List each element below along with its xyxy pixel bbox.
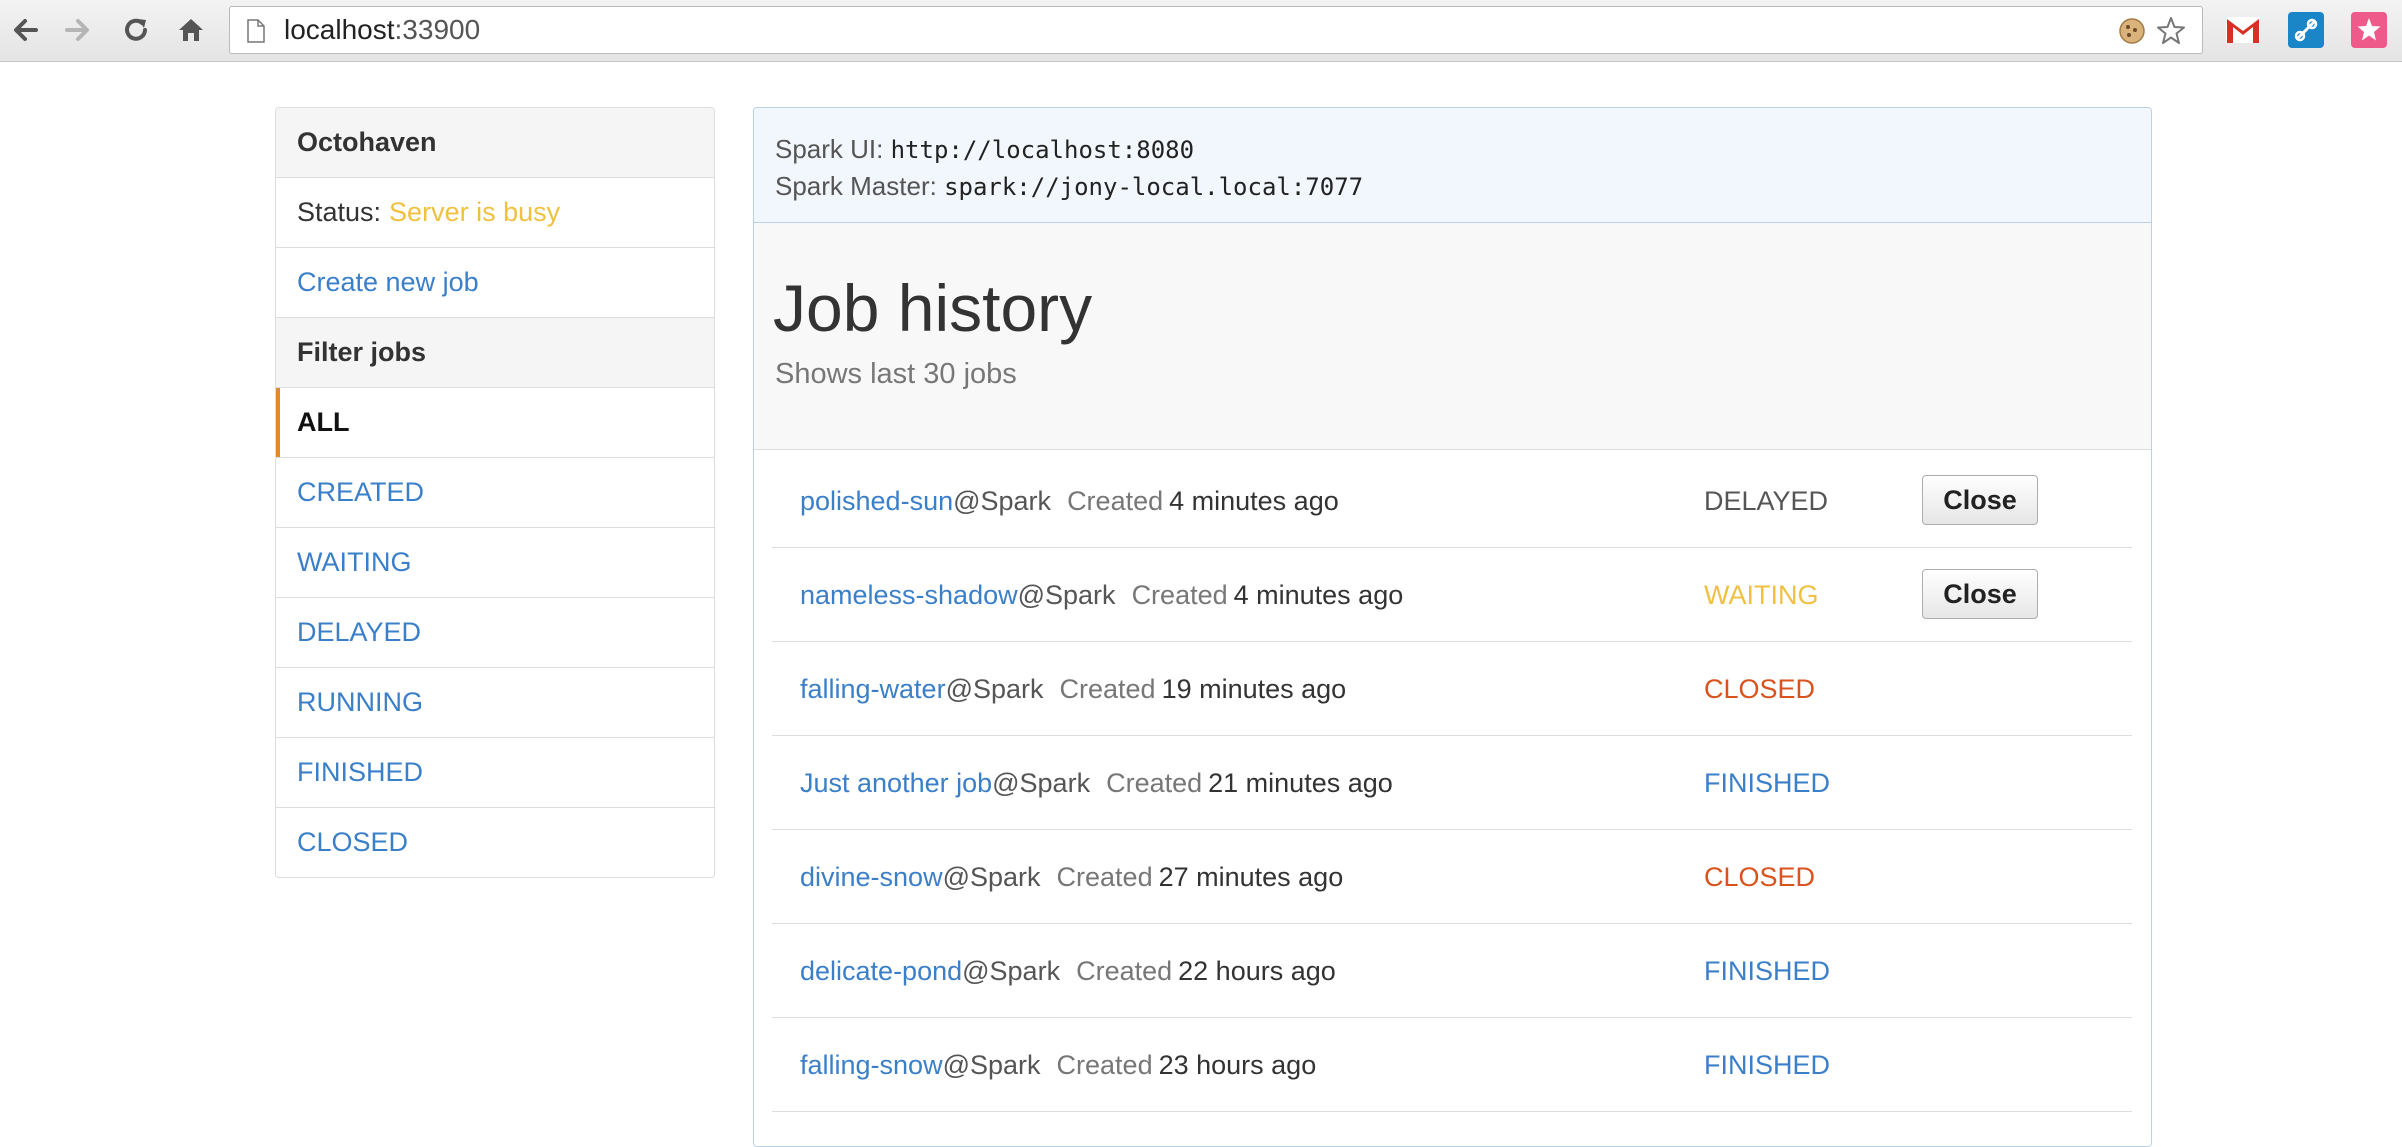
created-label: Created	[1067, 486, 1164, 516]
spark-info: Spark UI: http://localhost:8080 Spark Ma…	[754, 108, 2151, 223]
sidebar: Octohaven Status: Server is busy Create …	[275, 107, 715, 878]
job-cluster: @Spark	[1017, 580, 1116, 610]
server-status: Status: Server is busy	[276, 178, 714, 248]
reload-button[interactable]	[117, 11, 155, 49]
address-bar[interactable]: localhost:33900	[229, 6, 2203, 54]
close-job-button[interactable]: Close	[1922, 475, 2038, 525]
created-time: 4 minutes ago	[1169, 486, 1339, 516]
filter-closed[interactable]: CLOSED	[276, 808, 714, 877]
job-name-link[interactable]: falling-snow	[800, 1050, 943, 1080]
spark-ui-label: Spark UI:	[775, 134, 884, 164]
job-status: CLOSED	[1704, 862, 1816, 892]
job-name-link[interactable]: Just another job	[800, 768, 992, 798]
job-name-link[interactable]: nameless-shadow	[800, 580, 1018, 610]
job-list: polished-sun@Spark Created 4 minutes ago D…	[772, 454, 2132, 1112]
job-info: falling-water@Spark Created 19 minutes ago	[800, 642, 1346, 736]
browser-toolbar: localhost:33900	[0, 0, 2402, 62]
job-cluster: @Spark	[945, 674, 1044, 704]
job-row: nameless-shadow@Spark Created 4 minutes ag…	[772, 548, 2132, 642]
spark-master-value: spark://jony-local.local:7077	[944, 173, 1364, 201]
created-label: Created	[1056, 1050, 1153, 1080]
extension-link-icon[interactable]	[2286, 11, 2326, 49]
job-history-header: Job history Shows last 30 jobs	[754, 223, 2151, 450]
created-time: 4 minutes ago	[1233, 580, 1404, 610]
cookie-icon[interactable]	[2116, 15, 2148, 47]
job-cluster: @Spark	[942, 862, 1041, 892]
created-label: Created	[1076, 956, 1173, 986]
filter-waiting[interactable]: WAITING	[276, 528, 714, 598]
back-arrow-icon	[14, 19, 38, 41]
filter-running[interactable]: RUNNING	[276, 668, 714, 738]
job-cluster: @Spark	[962, 956, 1061, 986]
job-cluster: @Spark	[953, 486, 1052, 516]
page-title: Job history	[773, 271, 1093, 345]
job-status: FINISHED	[1704, 1050, 1831, 1080]
spark-ui-line: Spark UI: http://localhost:8080	[775, 131, 2151, 168]
job-row: falling-water@Spark Created 19 minutes ago…	[772, 642, 2132, 736]
status-value: Server is busy	[389, 197, 561, 227]
job-info: Just another job@Spark Created 21 minutes …	[800, 736, 1393, 830]
filter-all[interactable]: ALL	[276, 388, 714, 458]
job-row: delicate-pond@Spark Created 22 hours ago F…	[772, 924, 2132, 1018]
main-panel: Spark UI: http://localhost:8080 Spark Ma…	[753, 107, 2152, 1147]
filter-finished[interactable]: FINISHED	[276, 738, 714, 808]
created-time: 22 hours ago	[1178, 956, 1336, 986]
home-icon	[179, 19, 203, 41]
extension-star-icon[interactable]	[2349, 11, 2389, 49]
back-button[interactable]	[6, 11, 44, 49]
job-info: nameless-shadow@Spark Created 4 minutes ag…	[800, 548, 1403, 642]
spark-master-label: Spark Master:	[775, 171, 937, 201]
job-status: FINISHED	[1704, 768, 1831, 798]
reload-icon	[125, 18, 147, 41]
job-status: FINISHED	[1704, 956, 1831, 986]
filter-jobs-heading: Filter jobs	[276, 318, 714, 388]
job-row: divine-snow@Spark Created 27 minutes ago C…	[772, 830, 2132, 924]
app-title: Octohaven	[276, 108, 714, 178]
create-job-link[interactable]: Create new job	[276, 248, 714, 318]
gmail-icon[interactable]	[2223, 11, 2263, 49]
job-status: WAITING	[1704, 580, 1819, 610]
forward-arrow-icon	[65, 19, 89, 41]
spark-ui-value: http://localhost:8080	[890, 136, 1195, 164]
created-time: 23 hours ago	[1158, 1050, 1317, 1080]
status-label: Status:	[297, 197, 382, 227]
created-label: Created	[1059, 674, 1156, 704]
created-label: Created	[1056, 862, 1153, 892]
spark-master-line: Spark Master: spark://jony-local.local:7…	[775, 168, 2151, 205]
filter-delayed[interactable]: DELAYED	[276, 598, 714, 668]
job-info: polished-sun@Spark Created 4 minutes ago	[800, 454, 1339, 548]
job-name-link[interactable]: divine-snow	[800, 862, 943, 892]
created-label: Created	[1106, 768, 1203, 798]
created-time: 21 minutes ago	[1208, 768, 1393, 798]
job-name-link[interactable]: polished-sun	[800, 486, 953, 516]
bookmark-star-icon[interactable]	[2155, 15, 2187, 47]
job-info: falling-snow@Spark Created 23 hours ago	[800, 1018, 1316, 1112]
job-info: delicate-pond@Spark Created 22 hours ago	[800, 924, 1336, 1018]
created-label: Created	[1131, 580, 1228, 610]
close-job-button[interactable]: Close	[1922, 569, 2038, 619]
page-subtitle: Shows last 30 jobs	[775, 358, 1017, 390]
job-cluster: @Spark	[992, 768, 1091, 798]
url-text: localhost:33900	[284, 14, 481, 45]
job-row: Just another job@Spark Created 21 minutes …	[772, 736, 2132, 830]
job-status: DELAYED	[1704, 486, 1829, 516]
home-button[interactable]	[172, 11, 210, 49]
job-info: divine-snow@Spark Created 27 minutes ago	[800, 830, 1343, 924]
job-row: falling-snow@Spark Created 23 hours ago FI…	[772, 1018, 2132, 1112]
created-time: 27 minutes ago	[1158, 862, 1344, 892]
job-cluster: @Spark	[942, 1050, 1041, 1080]
forward-button[interactable]	[59, 11, 97, 49]
job-name-link[interactable]: falling-water	[800, 674, 946, 704]
job-status: CLOSED	[1704, 674, 1816, 704]
job-name-link[interactable]: delicate-pond	[800, 956, 962, 986]
job-row: polished-sun@Spark Created 4 minutes ago D…	[772, 454, 2132, 548]
created-time: 19 minutes ago	[1161, 674, 1347, 704]
filter-created[interactable]: CREATED	[276, 458, 714, 528]
page-icon	[246, 19, 266, 48]
